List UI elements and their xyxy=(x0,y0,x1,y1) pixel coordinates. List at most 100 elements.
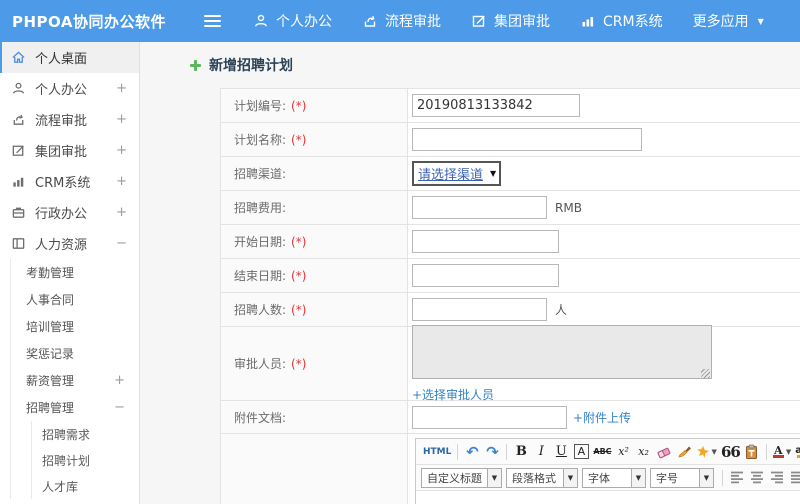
headcount-input[interactable] xyxy=(412,298,547,321)
boxed-a-icon: A xyxy=(573,444,589,459)
sidebar-item-hr-contracts[interactable]: 人事合同 xyxy=(11,286,139,313)
resize-handle[interactable] xyxy=(701,368,710,378)
field-label: 招聘人数: xyxy=(234,303,287,317)
expand-plus-icon[interactable]: + xyxy=(116,143,127,158)
form-row-channel: 招聘渠道: 请选择渠道 ▼ xyxy=(221,157,800,191)
font-style-box-button[interactable]: A xyxy=(571,442,591,462)
dropdown-value: 字号 xyxy=(656,471,678,485)
sidebar-item-hr[interactable]: 人力资源 − xyxy=(0,228,139,259)
caret-down-icon: ▼ xyxy=(757,16,764,26)
underline-button[interactable]: U xyxy=(551,442,571,462)
font-color-icon: A xyxy=(772,444,784,458)
editor-row-empty-label xyxy=(221,434,408,504)
briefcase-icon xyxy=(11,205,26,220)
format-paint-button[interactable]: ▼ xyxy=(694,442,719,462)
italic-button[interactable]: I xyxy=(531,442,551,462)
align-justify-button[interactable] xyxy=(787,468,800,488)
collapse-minus-icon[interactable]: − xyxy=(116,236,127,251)
paragraph-format-dropdown[interactable]: 段落格式 ▼ xyxy=(506,467,578,488)
align-left-button[interactable] xyxy=(727,468,747,488)
paste-button[interactable] xyxy=(742,442,762,462)
start-date-input[interactable] xyxy=(412,230,559,253)
required-mark: (*) xyxy=(291,302,307,317)
subscript-button[interactable]: x₂ xyxy=(634,442,654,462)
bold-button[interactable]: B xyxy=(511,442,531,462)
nav-group-approval[interactable]: 集团审批 xyxy=(471,11,550,31)
blockquote-button[interactable]: 66 xyxy=(719,442,742,462)
field-label: 结束日期: xyxy=(234,269,287,283)
editor-content-area[interactable] xyxy=(416,491,800,504)
sidebar-item-admin-office[interactable]: 行政办公 + xyxy=(0,197,139,228)
toolbar-separator xyxy=(722,469,723,486)
sidebar-item-personal-desktop[interactable]: 个人桌面 xyxy=(0,42,139,73)
collapse-minus-icon[interactable]: − xyxy=(114,400,125,415)
align-right-button[interactable] xyxy=(767,468,787,488)
brand-logo[interactable]: PHPOA协同办公软件 xyxy=(0,11,186,32)
brush-button[interactable] xyxy=(674,442,694,462)
sidebar-item-workflow-approval[interactable]: 流程审批 + xyxy=(0,104,139,135)
field-label: 招聘费用: xyxy=(234,201,287,215)
expand-plus-icon[interactable]: + xyxy=(116,174,127,189)
toolbar-separator xyxy=(457,443,459,460)
align-center-button[interactable] xyxy=(747,468,767,488)
font-size-dropdown[interactable]: 字号 ▼ xyxy=(650,467,714,488)
sidebar-item-crm[interactable]: CRM系统 + xyxy=(0,166,139,197)
plan-no-input[interactable] xyxy=(412,94,580,117)
bar-chart-icon xyxy=(580,13,596,29)
sidebar-item-salary[interactable]: 薪资管理 + xyxy=(11,367,139,394)
font-color-button[interactable]: A ▼ xyxy=(771,442,793,462)
custom-heading-dropdown[interactable]: 自定义标题 ▼ xyxy=(421,467,502,488)
expand-plus-icon[interactable]: + xyxy=(114,373,125,388)
sidebar-item-label: 流程审批 xyxy=(35,114,88,129)
form-row-headcount: 招聘人数: (*) 人 xyxy=(221,293,800,327)
attachment-input[interactable] xyxy=(412,405,567,429)
select-approvers-link[interactable]: +选择审批人员 xyxy=(412,386,494,403)
sidebar-item-attendance[interactable]: 考勤管理 xyxy=(11,259,139,286)
sidebar-item-rewards[interactable]: 奖惩记录 xyxy=(11,340,139,367)
sidebar-item-label: 个人桌面 xyxy=(35,52,88,67)
expand-plus-icon[interactable]: + xyxy=(116,81,127,96)
sidebar-item-talent-pool[interactable]: 人才库 xyxy=(32,473,139,499)
sidebar-item-label: 人力资源 xyxy=(35,238,88,253)
sidebar-item-recruit-demand[interactable]: 招聘需求 xyxy=(32,421,139,447)
sidebar-item-training[interactable]: 培训管理 xyxy=(11,313,139,340)
strikethrough-button[interactable]: ABC xyxy=(591,442,613,462)
sidebar-item-label: 培训管理 xyxy=(26,320,75,334)
cost-input[interactable] xyxy=(412,196,547,219)
sidebar-item-personal-office[interactable]: 个人办公 + xyxy=(0,73,139,104)
undo-button[interactable]: ↶ xyxy=(462,442,482,462)
sidebar-item-group-approval[interactable]: 集团审批 + xyxy=(0,135,139,166)
caret-down-icon: ▼ xyxy=(699,468,713,487)
expand-plus-icon[interactable]: + xyxy=(116,205,127,220)
attachment-upload-link[interactable]: +附件上传 xyxy=(573,409,631,426)
highlight-button[interactable]: ab ▼ xyxy=(793,442,800,462)
editor-toolbar-row1: HTML ↶ ↷ B I U A ABC x² x₂ ▼ 66 A ▼ a xyxy=(416,439,800,465)
nav-more-apps[interactable]: 更多应用 ▼ xyxy=(693,11,764,31)
eraser-button[interactable] xyxy=(654,442,674,462)
nav-workflow-approval[interactable]: 流程审批 xyxy=(362,11,441,31)
sidebar-item-recruit-plan[interactable]: 招聘计划 xyxy=(32,447,139,473)
html-source-button[interactable]: HTML xyxy=(421,442,453,462)
nav-crm-system[interactable]: CRM系统 xyxy=(580,11,663,31)
nav-personal-office[interactable]: 个人办公 xyxy=(253,11,332,31)
sidebar-item-label: 人才库 xyxy=(42,479,79,494)
required-mark: (*) xyxy=(291,98,307,113)
redo-button[interactable]: ↷ xyxy=(482,442,502,462)
sidebar-item-recruitment[interactable]: 招聘管理 − xyxy=(11,394,139,421)
edit-square-icon xyxy=(471,13,487,29)
plan-name-input[interactable] xyxy=(412,128,642,151)
menu-toggle-icon[interactable] xyxy=(204,14,221,28)
top-nav: 个人办公 流程审批 集团审批 CRM系统 更多应用 ▼ xyxy=(253,11,794,31)
expand-plus-icon[interactable]: + xyxy=(116,112,127,127)
end-date-input[interactable] xyxy=(412,264,559,287)
user-icon xyxy=(11,81,26,96)
font-family-dropdown[interactable]: 字体 ▼ xyxy=(582,467,646,488)
superscript-button[interactable]: x² xyxy=(614,442,634,462)
approvers-textarea[interactable] xyxy=(412,324,712,379)
dropdown-value: 自定义标题 xyxy=(427,471,482,485)
recruitment-submenu: 招聘需求 招聘计划 人才库 xyxy=(31,421,139,499)
hr-submenu: 考勤管理 人事合同 培训管理 奖惩记录 薪资管理 + 招聘管理 − 招聘需求 招… xyxy=(10,259,139,499)
channel-select[interactable]: 请选择渠道 ▼ xyxy=(412,161,502,186)
caret-down-icon: ▼ xyxy=(563,468,577,487)
select-caret-icon: ▼ xyxy=(490,169,497,178)
